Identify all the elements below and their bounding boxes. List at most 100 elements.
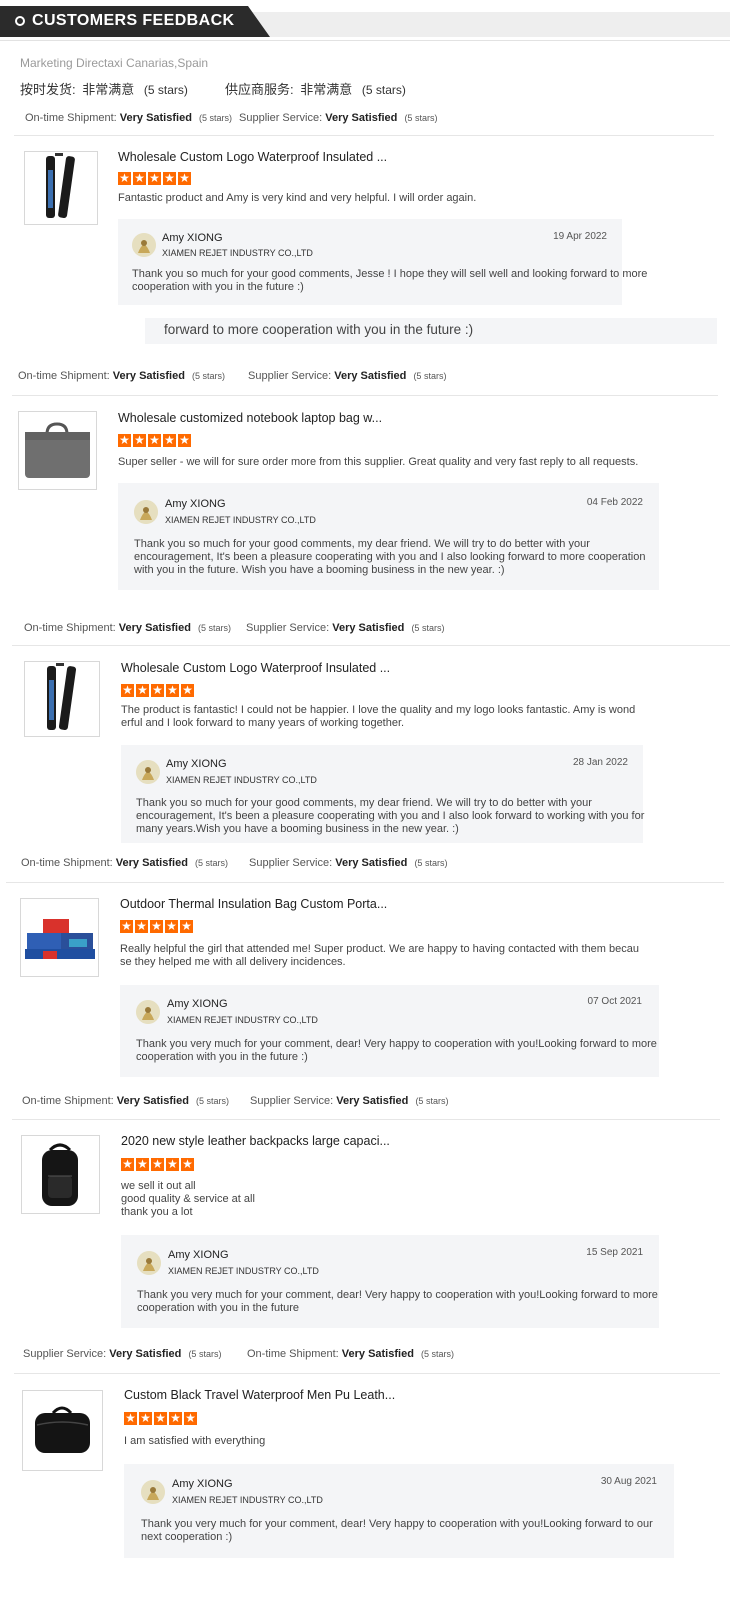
star-icon	[150, 918, 163, 934]
rating-value: Very Satisfied	[334, 370, 407, 382]
reply-text: Thank you very much for your comment, de…	[137, 1289, 658, 1315]
reply-company: XIAMEN REJET INDUSTRY CO.,LTD	[162, 248, 313, 258]
star-icon	[163, 170, 176, 186]
product-title[interactable]: Wholesale customized notebook laptop bag…	[118, 411, 382, 425]
divider	[14, 135, 714, 136]
star-icon	[165, 918, 178, 934]
rating-value: Very Satisfied	[112, 370, 185, 382]
avatar	[136, 1000, 160, 1024]
reply-line: Thank you so much for your good comments…	[132, 268, 648, 280]
rating-stars: (5 stars)	[191, 371, 225, 381]
product-thumbnail[interactable]	[20, 898, 99, 977]
comment-line: Fantastic product and Amy is very kind a…	[118, 192, 477, 204]
star-icon	[139, 1410, 152, 1426]
product-title[interactable]: 2020 new style leather backpacks large c…	[121, 1134, 390, 1148]
service-rating: Supplier Service: Very Satisfied (5 star…	[246, 622, 444, 634]
star-icon	[180, 918, 193, 934]
comment-line: thank you a lot	[121, 1206, 193, 1218]
star-icon	[169, 1410, 182, 1426]
comment-line: Super seller - we will for sure order mo…	[118, 456, 639, 468]
reply-text: Thank you so much for your good comments…	[134, 538, 645, 577]
reply-author: Amy XIONG	[168, 1249, 229, 1261]
leather-backpack-image	[42, 1143, 78, 1206]
product-title[interactable]: Custom Black Travel Waterproof Men Pu Le…	[124, 1388, 395, 1402]
cn-service-label: 供应商服务:	[225, 82, 294, 97]
rating-value: Very Satisfied	[116, 1095, 189, 1107]
product-thumbnail[interactable]	[21, 1135, 100, 1214]
star-icon	[148, 432, 161, 448]
divider	[12, 1119, 720, 1120]
reply-line: next cooperation :)	[141, 1531, 233, 1543]
rating-stars: (5 stars)	[195, 1096, 229, 1106]
shipment-rating: On-time Shipment: Very Satisfied (5 star…	[18, 370, 225, 382]
star-icon	[136, 682, 149, 698]
reply-line: cooperation with you in the future :)	[136, 1051, 308, 1063]
rating-label: Supplier Service:	[250, 1095, 334, 1107]
product-thumbnail[interactable]	[24, 661, 100, 737]
service-rating: Supplier Service: Very Satisfied (5 star…	[239, 112, 437, 124]
insulated-tube-bag-image	[46, 153, 75, 219]
star-icon	[151, 682, 164, 698]
section-title: CUSTOMERS FEEDBACK	[32, 12, 235, 29]
avatar	[141, 1480, 165, 1504]
divider	[0, 40, 730, 41]
review-comment: we sell it out all good quality & servic…	[121, 1180, 255, 1219]
reply-company: XIAMEN REJET INDUSTRY CO.,LTD	[172, 1495, 323, 1505]
rating-label: On-time Shipment:	[18, 370, 110, 382]
reply-author: Amy XIONG	[165, 498, 226, 510]
shipment-rating: On-time Shipment: Very Satisfied (5 star…	[21, 857, 228, 869]
reply-date: 15 Sep 2021	[586, 1247, 643, 1258]
reply-text: Thank you very much for your comment, de…	[141, 1518, 653, 1544]
divider	[12, 645, 730, 646]
star-icon	[118, 432, 131, 448]
insulated-tube-bag-image	[47, 663, 77, 730]
star-icon	[136, 1156, 149, 1172]
product-title[interactable]: Outdoor Thermal Insulation Bag Custom Po…	[120, 897, 387, 911]
rating-stars: (5 stars)	[404, 113, 438, 123]
product-thumbnail[interactable]	[22, 1390, 103, 1471]
cn-service-rating: 供应商服务: 非常满意 (5 stars)	[225, 79, 406, 98]
star-rating	[124, 1410, 197, 1426]
rating-stars: (5 stars)	[194, 858, 228, 868]
rating-stars: (5 stars)	[414, 858, 448, 868]
reply-company: XIAMEN REJET INDUSTRY CO.,LTD	[168, 1266, 319, 1276]
shipment-rating: On-time Shipment: Very Satisfied (5 star…	[247, 1348, 454, 1360]
reply-date: 07 Oct 2021	[587, 996, 642, 1007]
product-thumbnail[interactable]	[24, 151, 98, 225]
reply-date: 28 Jan 2022	[572, 757, 628, 768]
star-icon	[124, 1410, 137, 1426]
avatar	[136, 760, 160, 784]
star-icon	[181, 682, 194, 698]
star-rating	[118, 170, 191, 186]
reply-overflow-text: forward to more cooperation with you in …	[164, 322, 474, 337]
laptop-bag-image	[25, 422, 90, 478]
reply-line: many years.Wish you have a booming busin…	[136, 823, 459, 835]
reply-author: Amy XIONG	[167, 998, 228, 1010]
service-rating: Supplier Service: Very Satisfied (5 star…	[248, 370, 446, 382]
star-icon	[120, 918, 133, 934]
reply-line: encouragement, It's been a pleasure coop…	[134, 551, 646, 563]
rating-label: Supplier Service:	[239, 112, 323, 124]
product-title[interactable]: Wholesale Custom Logo Waterproof Insulat…	[118, 150, 387, 164]
avatar	[137, 1251, 161, 1275]
product-thumbnail[interactable]	[18, 411, 97, 490]
product-title[interactable]: Wholesale Custom Logo Waterproof Insulat…	[121, 661, 390, 675]
comment-line: Really helpful the girl that attended me…	[120, 943, 639, 955]
rating-value: Very Satisfied	[118, 622, 191, 634]
service-rating: Supplier Service: Very Satisfied (5 star…	[23, 1348, 221, 1360]
rating-label: On-time Shipment:	[25, 112, 117, 124]
buyer-company: Marketing Directaxi Canarias,Spain	[20, 56, 209, 70]
star-rating	[121, 682, 194, 698]
star-rating	[120, 918, 193, 934]
rating-stars: (5 stars)	[413, 371, 447, 381]
reply-author: Amy XIONG	[172, 1478, 233, 1490]
rating-value: Very Satisfied	[335, 857, 408, 869]
cn-service-value: 非常满意	[300, 82, 353, 97]
rating-stars: (5 stars)	[420, 1349, 454, 1359]
thermal-bag-stack-image	[25, 919, 95, 959]
rating-label: Supplier Service:	[246, 622, 330, 634]
rating-value: Very Satisfied	[332, 622, 405, 634]
star-icon	[166, 682, 179, 698]
rating-value: Very Satisfied	[341, 1348, 414, 1360]
review-comment: Super seller - we will for sure order mo…	[118, 456, 638, 469]
